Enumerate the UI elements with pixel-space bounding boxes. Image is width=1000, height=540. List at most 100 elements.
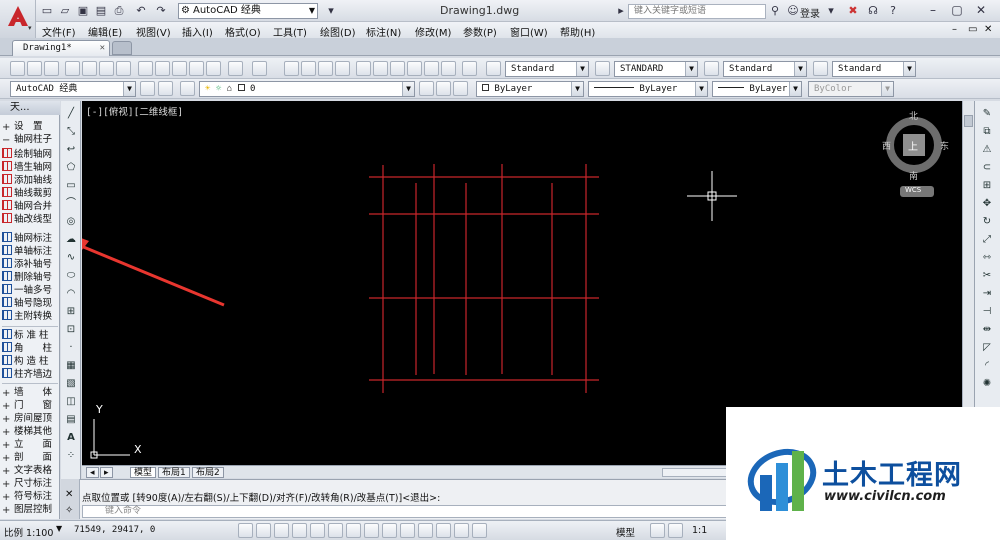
palette-item[interactable]: 添补轴号 xyxy=(2,258,58,271)
lineweight-icon[interactable] xyxy=(418,523,433,538)
compass-east[interactable]: 东 xyxy=(940,139,949,152)
open-file-icon[interactable]: ▱ xyxy=(58,4,72,18)
polar-tracking-icon[interactable] xyxy=(310,523,325,538)
minimize-icon[interactable]: – xyxy=(952,24,957,35)
viewport-controls[interactable]: [-][俯视][二维线框] xyxy=(86,104,183,118)
close-icon[interactable]: ✕ xyxy=(65,489,73,500)
restore-icon[interactable]: ▭ xyxy=(968,24,977,35)
copy-icon[interactable] xyxy=(155,61,170,76)
palette-title[interactable]: 天... xyxy=(0,101,60,115)
user-icon[interactable]: ☺ xyxy=(786,4,800,18)
workspace-select[interactable]: AutoCAD 经典 ▼ xyxy=(10,81,136,97)
publish-icon[interactable] xyxy=(99,61,114,76)
mleader-style-icon[interactable] xyxy=(813,61,828,76)
ellipse-icon[interactable]: ⬭ xyxy=(64,269,78,283)
layer-select[interactable]: ☀ ☼ ⌂ 0 ▼ xyxy=(199,81,415,97)
palette-item[interactable]: + 门 窗 xyxy=(2,399,58,412)
annotation-scale[interactable]: 1:1 xyxy=(692,525,707,536)
menu-file[interactable]: 文件(F) xyxy=(42,24,76,39)
layer-properties-icon[interactable] xyxy=(180,81,195,96)
rectangle-icon[interactable]: ▭ xyxy=(64,179,78,193)
table-style-icon[interactable] xyxy=(704,61,719,76)
palette-item[interactable]: 绘制轴网 xyxy=(2,148,58,161)
tab-nav-first[interactable]: ◂ xyxy=(86,467,99,478)
grid-display-icon[interactable] xyxy=(274,523,289,538)
rotate-icon[interactable]: ↻ xyxy=(980,215,994,229)
zoom-previous-icon[interactable] xyxy=(335,61,350,76)
dynamic-input-icon[interactable] xyxy=(400,523,415,538)
palette-item[interactable]: 轴改线型 xyxy=(2,213,58,226)
dynamic-ucs-icon[interactable] xyxy=(382,523,397,538)
infer-constraints-icon[interactable] xyxy=(238,523,253,538)
save-icon[interactable]: ▣ xyxy=(76,4,90,18)
stretch-icon[interactable]: ⇿ xyxy=(980,251,994,265)
color-select[interactable]: ByLayer ▼ xyxy=(476,81,584,97)
zoom-realtime-icon[interactable] xyxy=(301,61,316,76)
sheet-set-icon[interactable] xyxy=(407,61,422,76)
palette-item[interactable]: 轴网标注 xyxy=(2,232,58,245)
new-file-icon[interactable]: ▭ xyxy=(40,4,54,18)
save-icon[interactable] xyxy=(44,61,59,76)
cut-icon[interactable] xyxy=(138,61,153,76)
wrench-icon[interactable]: ✧ xyxy=(65,505,73,516)
make-current-layer-icon[interactable] xyxy=(419,81,434,96)
ortho-mode-icon[interactable] xyxy=(292,523,307,538)
print-icon[interactable]: ⎙ xyxy=(112,4,126,18)
wcs-menu[interactable]: WCS xyxy=(905,186,921,194)
new-tab-button[interactable] xyxy=(112,41,132,55)
undo-icon[interactable] xyxy=(228,61,243,76)
scale-display[interactable]: 比例 1:100 xyxy=(4,525,53,539)
palette-item[interactable]: + 房间屋顶 xyxy=(2,412,58,425)
region-icon[interactable]: ◫ xyxy=(64,395,78,409)
properties-icon[interactable] xyxy=(356,61,371,76)
menu-parametric[interactable]: 参数(P) xyxy=(463,24,497,39)
palette-item[interactable]: 轴号隐现 xyxy=(2,297,58,310)
exchange-icon[interactable]: ✖ xyxy=(846,4,860,18)
menu-window[interactable]: 窗口(W) xyxy=(510,24,548,39)
help-icon[interactable]: ? xyxy=(886,4,900,18)
undo-icon[interactable]: ↶ xyxy=(134,4,148,18)
fillet-icon[interactable]: ◜ xyxy=(980,359,994,373)
paste-icon[interactable] xyxy=(172,61,187,76)
command-handle[interactable]: ✕ ✧ xyxy=(61,479,80,519)
palette-item[interactable]: + 文字表格 xyxy=(2,464,58,477)
menu-dimension[interactable]: 标注(N) xyxy=(366,24,401,39)
copy-object-icon[interactable]: ⧉ xyxy=(980,125,994,139)
open-icon[interactable] xyxy=(27,61,42,76)
palette-item[interactable]: 添加轴线 xyxy=(2,174,58,187)
chevron-down-icon[interactable]: ▾ xyxy=(324,4,338,18)
menu-insert[interactable]: 插入(I) xyxy=(182,24,213,39)
explode-icon[interactable]: ✺ xyxy=(980,377,994,391)
redo-icon[interactable] xyxy=(252,61,267,76)
workspace-menu-icon[interactable] xyxy=(158,81,173,96)
search-input[interactable]: 键入关键字或短语 xyxy=(628,4,766,19)
palette-item[interactable]: + 尺寸标注 xyxy=(2,477,58,490)
palette-item[interactable]: 单轴标注 xyxy=(2,245,58,258)
layer-previous-icon[interactable] xyxy=(436,81,451,96)
add-selected-icon[interactable]: ⁘ xyxy=(64,449,78,463)
quick-properties-icon[interactable] xyxy=(454,523,469,538)
palette-item[interactable]: + 墙 体 xyxy=(2,386,58,399)
lineweight-select[interactable]: ByLayer ▼ xyxy=(712,81,802,97)
linetype-select[interactable]: ByLayer ▼ xyxy=(588,81,708,97)
palette-item[interactable]: 构 造 柱 xyxy=(2,355,58,368)
tab-nav-next[interactable]: ▸ xyxy=(100,467,113,478)
expand-icon[interactable]: ▸ xyxy=(614,4,628,18)
menu-format[interactable]: 格式(O) xyxy=(225,24,261,39)
menu-edit[interactable]: 编辑(E) xyxy=(88,24,122,39)
table-icon[interactable]: ▤ xyxy=(64,413,78,427)
palette-item[interactable]: 删除轴号 xyxy=(2,271,58,284)
palette-item[interactable]: + 设 置 xyxy=(2,120,58,133)
spline-icon[interactable]: ∿ xyxy=(64,251,78,265)
dim-style-icon[interactable] xyxy=(595,61,610,76)
close-icon[interactable]: ✕ xyxy=(100,41,105,55)
menu-modify[interactable]: 修改(M) xyxy=(415,24,451,39)
join-icon[interactable]: ⇹ xyxy=(980,323,994,337)
snap-mode-icon[interactable] xyxy=(256,523,271,538)
zoom-window-icon[interactable] xyxy=(318,61,333,76)
close-icon[interactable]: ✕ xyxy=(984,24,992,35)
save-as-icon[interactable]: ▤ xyxy=(94,4,108,18)
palette-item[interactable]: + 图层控制 xyxy=(2,503,58,516)
binoculars-icon[interactable]: ⚲ xyxy=(768,4,782,18)
arc-icon[interactable]: ⌒ xyxy=(64,197,78,211)
